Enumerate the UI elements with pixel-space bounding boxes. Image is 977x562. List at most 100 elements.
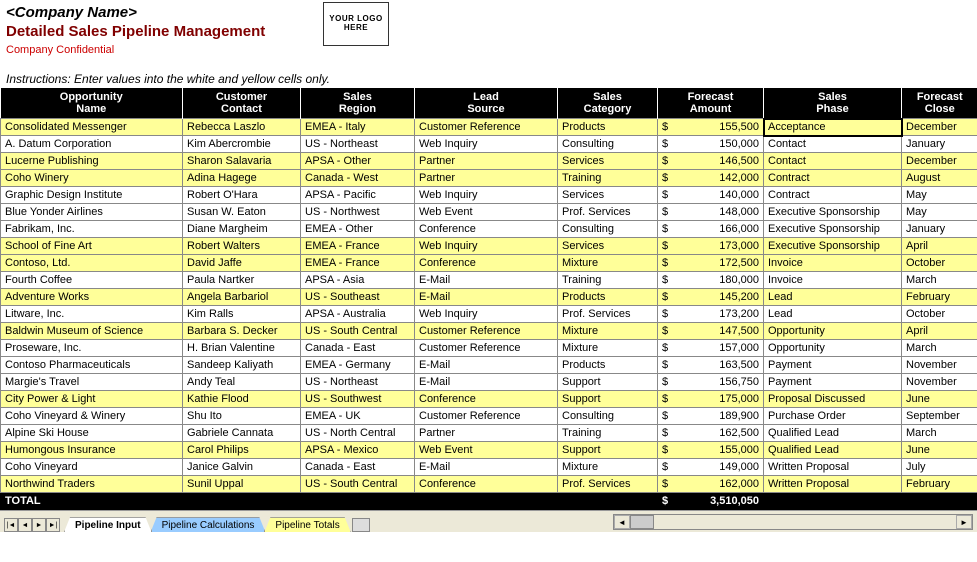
cell[interactable]: Coho Winery (1, 170, 183, 187)
cell[interactable]: E-Mail (415, 272, 558, 289)
horizontal-scrollbar[interactable]: ◄ ► (613, 514, 973, 530)
cell[interactable]: $173,200 (658, 306, 764, 323)
cell[interactable]: US - South Central (301, 476, 415, 493)
cell[interactable]: June (902, 391, 977, 408)
cell[interactable]: $142,000 (658, 170, 764, 187)
cell[interactable]: H. Brian Valentine (183, 340, 301, 357)
cell[interactable]: Executive Sponsorship (764, 238, 902, 255)
cell[interactable]: Lucerne Publishing (1, 153, 183, 170)
cell[interactable]: Fabrikam, Inc. (1, 221, 183, 238)
cell[interactable]: US - North Central (301, 425, 415, 442)
cell[interactable]: US - South Central (301, 323, 415, 340)
cell[interactable]: Training (558, 272, 658, 289)
cell[interactable]: Invoice (764, 255, 902, 272)
cell[interactable]: Conference (415, 391, 558, 408)
cell[interactable]: Consolidated Messenger (1, 119, 183, 136)
cell[interactable]: April (902, 323, 977, 340)
cell[interactable]: November (902, 357, 977, 374)
cell[interactable]: APSA - Mexico (301, 442, 415, 459)
cell[interactable]: May (902, 187, 977, 204)
col-header-0[interactable]: OpportunityName (1, 88, 183, 119)
cell[interactable]: EMEA - France (301, 238, 415, 255)
cell[interactable]: US - Southwest (301, 391, 415, 408)
cell[interactable]: Kathie Flood (183, 391, 301, 408)
cell[interactable]: Mixture (558, 323, 658, 340)
cell[interactable]: Northwind Traders (1, 476, 183, 493)
cell[interactable]: Humongous Insurance (1, 442, 183, 459)
cell[interactable]: $140,000 (658, 187, 764, 204)
cell[interactable]: Prof. Services (558, 204, 658, 221)
cell[interactable]: March (902, 272, 977, 289)
cell[interactable]: Training (558, 425, 658, 442)
cell[interactable]: Purchase Order (764, 408, 902, 425)
cell[interactable]: Sunil Uppal (183, 476, 301, 493)
cell[interactable]: Coho Vineyard & Winery (1, 408, 183, 425)
cell[interactable]: Customer Reference (415, 119, 558, 136)
cell[interactable]: Adina Hagege (183, 170, 301, 187)
cell[interactable]: EMEA - Germany (301, 357, 415, 374)
cell[interactable]: $150,000 (658, 136, 764, 153)
cell[interactable]: David Jaffe (183, 255, 301, 272)
cell[interactable]: Web Inquiry (415, 238, 558, 255)
cell[interactable]: Blue Yonder Airlines (1, 204, 183, 221)
cell[interactable]: Barbara S. Decker (183, 323, 301, 340)
cell[interactable]: Executive Sponsorship (764, 221, 902, 238)
cell[interactable]: Paula Nartker (183, 272, 301, 289)
cell[interactable]: Contoso Pharmaceuticals (1, 357, 183, 374)
col-header-3[interactable]: LeadSource (415, 88, 558, 119)
cell[interactable]: Contact (764, 153, 902, 170)
cell[interactable]: February (902, 476, 977, 493)
cell[interactable]: Web Inquiry (415, 187, 558, 204)
cell[interactable]: Payment (764, 357, 902, 374)
cell[interactable]: APSA - Other (301, 153, 415, 170)
cell[interactable]: E-Mail (415, 357, 558, 374)
cell[interactable]: January (902, 136, 977, 153)
cell[interactable]: Conference (415, 476, 558, 493)
sheet-tab-pipeline-input[interactable]: Pipeline Input (64, 517, 152, 532)
scroll-left-button[interactable]: ◄ (614, 515, 630, 529)
cell[interactable]: Gabriele Cannata (183, 425, 301, 442)
col-header-4[interactable]: SalesCategory (558, 88, 658, 119)
tab-nav-prev[interactable]: ◄ (18, 518, 32, 532)
cell[interactable]: APSA - Australia (301, 306, 415, 323)
col-header-5[interactable]: ForecastAmount (658, 88, 764, 119)
scroll-track[interactable] (654, 515, 956, 529)
cell[interactable]: Lead (764, 306, 902, 323)
cell[interactable]: January (902, 221, 977, 238)
cell[interactable]: Mixture (558, 255, 658, 272)
cell[interactable]: US - Northwest (301, 204, 415, 221)
sheet-tab-pipeline-calculations[interactable]: Pipeline Calculations (151, 517, 266, 532)
scroll-thumb[interactable] (630, 515, 654, 529)
cell[interactable]: Opportunity (764, 340, 902, 357)
cell[interactable]: Mixture (558, 459, 658, 476)
cell[interactable]: US - Northeast (301, 136, 415, 153)
cell[interactable]: November (902, 374, 977, 391)
tab-nav-next[interactable]: ► (32, 518, 46, 532)
col-header-6[interactable]: SalesPhase (764, 88, 902, 119)
cell[interactable]: Rebecca Laszlo (183, 119, 301, 136)
cell[interactable]: E-Mail (415, 459, 558, 476)
cell[interactable]: $145,200 (658, 289, 764, 306)
cell[interactable]: EMEA - France (301, 255, 415, 272)
cell[interactable]: Invoice (764, 272, 902, 289)
cell[interactable]: Fourth Coffee (1, 272, 183, 289)
cell[interactable]: December (902, 119, 977, 136)
cell[interactable]: Mixture (558, 340, 658, 357)
cell[interactable]: Consulting (558, 136, 658, 153)
tab-nav-last[interactable]: ►| (46, 518, 60, 532)
cell[interactable]: Web Inquiry (415, 136, 558, 153)
cell[interactable]: May (902, 204, 977, 221)
cell[interactable]: $148,000 (658, 204, 764, 221)
cell[interactable]: Support (558, 442, 658, 459)
cell[interactable]: Diane Margheim (183, 221, 301, 238)
cell[interactable]: Services (558, 187, 658, 204)
cell[interactable]: Canada - West (301, 170, 415, 187)
cell[interactable]: Services (558, 238, 658, 255)
cell[interactable]: Customer Reference (415, 340, 558, 357)
tab-nav-first[interactable]: |◄ (4, 518, 18, 532)
cell[interactable]: Canada - East (301, 340, 415, 357)
cell[interactable]: School of Fine Art (1, 238, 183, 255)
cell[interactable]: US - Northeast (301, 374, 415, 391)
cell[interactable]: Adventure Works (1, 289, 183, 306)
cell[interactable]: October (902, 255, 977, 272)
